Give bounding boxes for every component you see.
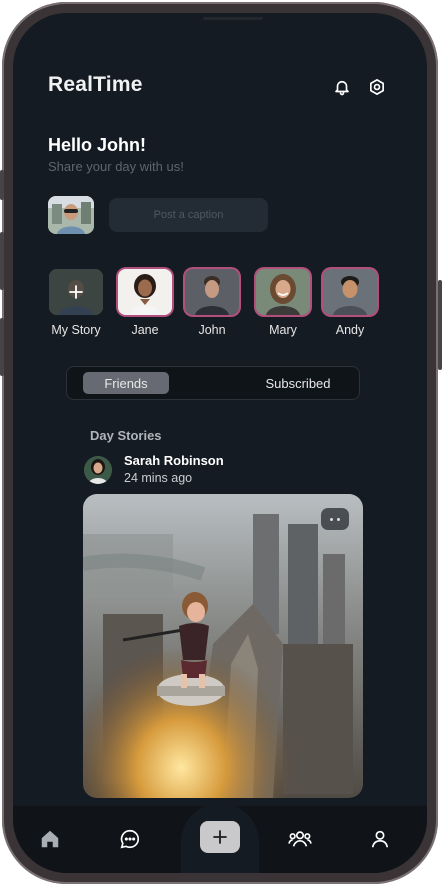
story-item[interactable]: John xyxy=(184,269,240,337)
home-icon xyxy=(41,830,59,848)
app-title: RealTime xyxy=(48,73,143,96)
nav-home[interactable] xyxy=(35,824,65,854)
friends-icon xyxy=(288,831,312,847)
story-thumbnail xyxy=(323,269,377,315)
nav-profile[interactable] xyxy=(365,824,395,854)
phone-button xyxy=(0,170,4,200)
story-name: Mary xyxy=(269,323,297,337)
my-avatar[interactable] xyxy=(48,196,94,234)
phone-button xyxy=(0,232,4,290)
nav-friends[interactable] xyxy=(285,824,315,854)
story-name: Andy xyxy=(335,323,365,337)
notifications-button[interactable] xyxy=(330,75,354,99)
bell-icon xyxy=(335,80,349,96)
post-timestamp: 24 mins ago xyxy=(124,471,193,485)
phone-button xyxy=(0,318,4,376)
speaker xyxy=(203,17,263,20)
add-icon xyxy=(213,830,227,844)
story-thumbnail xyxy=(49,269,103,315)
avatar-photo xyxy=(48,196,94,234)
plus-icon xyxy=(69,285,83,299)
story-item[interactable]: Andy xyxy=(322,269,378,337)
story-name: My Story xyxy=(51,323,101,337)
section-title: Day Stories xyxy=(90,428,162,443)
tab-friends[interactable]: Friends xyxy=(83,372,169,394)
post-image[interactable] xyxy=(83,494,363,798)
post-author-avatar[interactable] xyxy=(84,456,112,484)
settings-icon xyxy=(370,79,384,95)
avatar-photo xyxy=(185,269,239,315)
story-item[interactable]: Mary xyxy=(255,269,311,337)
story-item[interactable]: My Story xyxy=(48,269,104,337)
greeting-subtitle: Share your day with us! xyxy=(48,159,184,174)
story-thumbnail xyxy=(256,269,310,315)
caption-input[interactable]: Post a caption xyxy=(109,198,268,232)
add-post-button[interactable] xyxy=(200,821,240,853)
greeting-title: Hello John! xyxy=(48,135,146,155)
story-item[interactable]: Jane xyxy=(117,269,173,337)
story-name: Jane xyxy=(131,323,159,337)
dot xyxy=(330,517,333,521)
phone-button xyxy=(438,280,442,370)
avatar-photo xyxy=(323,269,377,315)
post-author-name[interactable]: Sarah Robinson xyxy=(124,453,224,468)
nav-chat[interactable] xyxy=(115,824,145,854)
city-photo xyxy=(83,494,363,798)
post-options-button[interactable] xyxy=(321,508,349,530)
story-thumbnail xyxy=(185,269,239,315)
story-thumbnail xyxy=(118,269,172,315)
profile-icon xyxy=(371,830,389,848)
dot xyxy=(337,517,340,521)
feed-tabs: Friends Subscribed xyxy=(66,366,360,400)
chat-icon xyxy=(120,829,139,849)
settings-button[interactable] xyxy=(365,75,389,99)
avatar-photo xyxy=(84,456,112,484)
app-screen: RealTime Hello John! Share your day with… xyxy=(13,13,427,873)
avatar-photo xyxy=(256,269,310,315)
story-name: John xyxy=(198,323,226,337)
tab-subscribed[interactable]: Subscribed xyxy=(244,372,352,394)
avatar-photo xyxy=(118,269,172,315)
